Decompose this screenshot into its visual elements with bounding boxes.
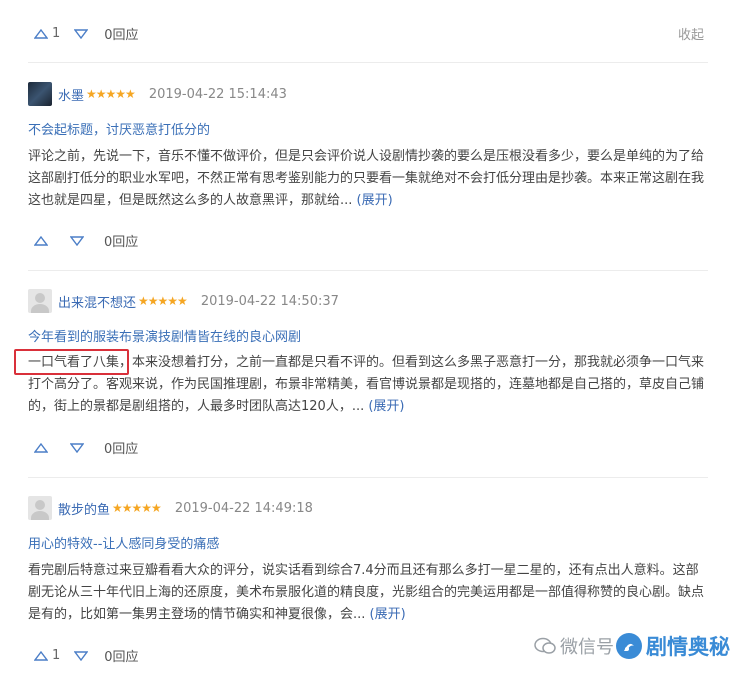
reply-link[interactable]: 0回应 [104, 646, 138, 665]
thumb-down-icon [70, 442, 84, 453]
username[interactable]: 散步的鱼 [58, 499, 110, 518]
expand-link[interactable]: (展开) [368, 399, 404, 414]
thumb-up-icon [34, 442, 48, 453]
review-title[interactable]: 今年看到的服装布景演技剧情皆在线的良心网剧 [28, 326, 301, 345]
avatar[interactable] [28, 289, 52, 313]
upvote-count: 1 [52, 648, 61, 663]
divider [28, 477, 708, 478]
downvote-button[interactable] [70, 442, 84, 453]
avatar[interactable] [28, 82, 52, 106]
highlight-annotation-box [14, 349, 129, 375]
review-body: 看完剧后特意过来豆瓣看看大众的评分，说实话看到综合7.4分而且还有那么多打一星二… [28, 560, 704, 626]
username[interactable]: 水墨 [58, 85, 84, 104]
rating-stars: ★★★★★ [112, 501, 162, 515]
thumb-down-icon [70, 235, 84, 246]
upvote-button[interactable] [34, 442, 52, 453]
divider [28, 270, 708, 271]
wechat-label: 微信号 [560, 637, 614, 658]
review-header: 散步的鱼 ★★★★★ 2019-04-22 14:49:18 [28, 496, 313, 520]
expand-link[interactable]: (展开) [370, 607, 406, 622]
collapse-link[interactable]: 收起 [678, 24, 704, 43]
reply-link[interactable]: 0回应 [104, 24, 138, 43]
avatar[interactable] [28, 496, 52, 520]
brand-logo-icon [616, 633, 642, 659]
reply-link[interactable]: 0回应 [104, 438, 138, 457]
vote-bar: 0回应 [34, 438, 138, 457]
wechat-icon [534, 637, 556, 654]
review-text: 一口气看了八集，本来没想着打分，之前一直都是只看不评的。但看到这么多黑子恶意打一… [28, 355, 705, 414]
upvote-button[interactable]: 1 [34, 26, 60, 41]
downvote-button[interactable] [74, 650, 89, 661]
thumb-down-icon [74, 28, 89, 39]
review-date: 2019-04-22 15:14:43 [148, 86, 287, 102]
review-title[interactable]: 不会起标题，讨厌恶意打低分的 [28, 119, 210, 138]
review-body: 一口气看了八集，本来没想着打分，之前一直都是只看不评的。但看到这么多黑子恶意打一… [28, 352, 704, 418]
vote-bar: 0回应 [34, 231, 138, 250]
review-date: 2019-04-22 14:49:18 [174, 500, 313, 516]
rating-stars: ★★★★★ [86, 87, 136, 101]
upvote-button[interactable]: 1 [34, 648, 60, 663]
thumb-up-icon [34, 650, 48, 661]
thumb-up-icon [34, 28, 48, 39]
upvote-count: 1 [52, 26, 61, 41]
review-body: 评论之前，先说一下，音乐不懂不做评价，但是只会评价说人设剧情抄袭的要么是压根没看… [28, 146, 704, 212]
vote-bar: 1 0回应 [34, 646, 139, 665]
downvote-button[interactable] [74, 28, 89, 39]
reply-link[interactable]: 0回应 [104, 231, 138, 250]
brand-name: 剧情奥秘 [646, 635, 730, 659]
watermark: 微信号 剧情奥秘 [534, 631, 730, 661]
review-text: 看完剧后特意过来豆瓣看看大众的评分，说实话看到综合7.4分而且还有那么多打一星二… [28, 563, 705, 622]
username[interactable]: 出来混不想还 [58, 292, 136, 311]
top-vote-bar: 1 0回应 [34, 24, 139, 43]
downvote-button[interactable] [70, 235, 84, 246]
wechat-watermark: 微信号 [534, 633, 614, 659]
review-header: 水墨 ★★★★★ 2019-04-22 15:14:43 [28, 82, 287, 106]
thumb-down-icon [74, 650, 89, 661]
rating-stars: ★★★★★ [138, 294, 188, 308]
expand-link[interactable]: (展开) [357, 193, 393, 208]
thumb-up-icon [34, 235, 48, 246]
upvote-button[interactable] [34, 235, 52, 246]
review-date: 2019-04-22 14:50:37 [200, 293, 339, 309]
review-header: 出来混不想还 ★★★★★ 2019-04-22 14:50:37 [28, 289, 339, 313]
divider [28, 62, 708, 63]
review-title[interactable]: 用心的特效--让人感同身受的痛感 [28, 533, 219, 552]
